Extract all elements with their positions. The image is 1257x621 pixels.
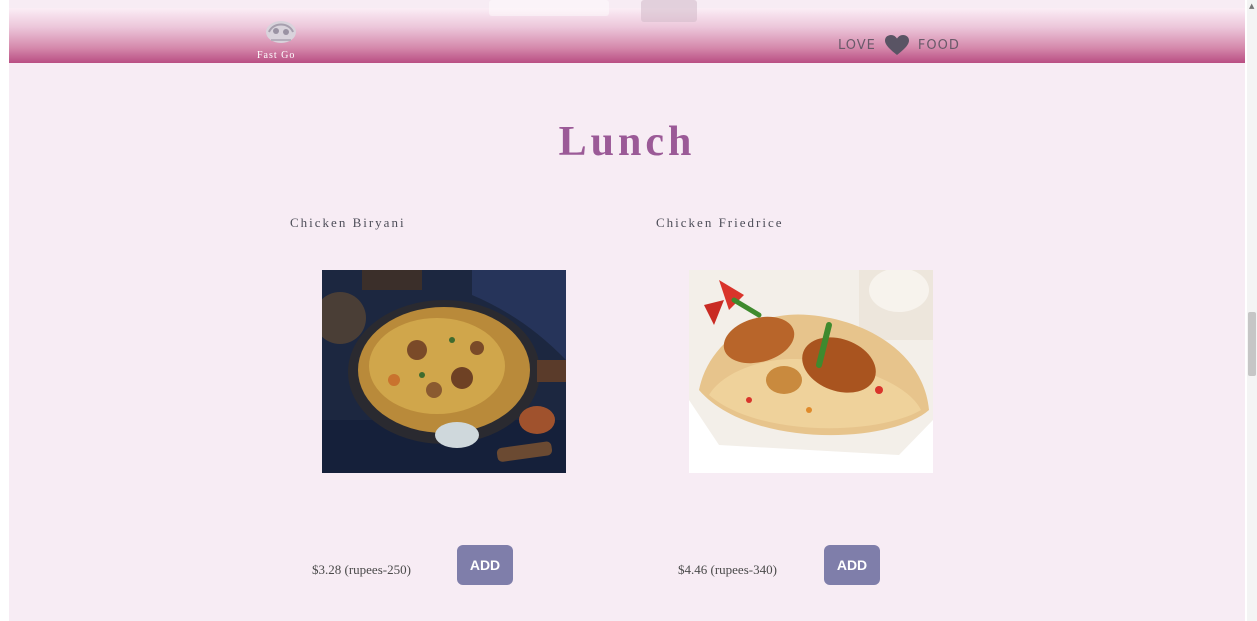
page: Fast Go LOVE FOOD Lunch Chicken Biryani <box>9 0 1245 621</box>
vertical-scrollbar[interactable]: ▲ <box>1247 0 1257 621</box>
section-title: Lunch <box>558 119 696 165</box>
logo[interactable]: Fast Go <box>257 18 327 68</box>
slogan-food: FOOD <box>917 37 960 53</box>
food-image-chicken-friedrice <box>689 270 933 473</box>
heart-icon <box>884 35 909 55</box>
price-chicken-friedrice: $4.46 (rupees-340) <box>678 562 777 577</box>
item-name-chicken-friedrice: Chicken Friedrice <box>656 215 784 230</box>
price-chicken-biryani: $3.28 (rupees-250) <box>312 562 411 577</box>
slogan: LOVE FOOD <box>838 34 960 56</box>
add-button-chicken-biryani[interactable]: ADD <box>457 545 513 585</box>
item-name-chicken-biryani: Chicken Biryani <box>290 215 406 230</box>
slogan-love: LOVE <box>838 37 876 53</box>
food-image-chicken-biryani <box>322 270 566 473</box>
scroll-up-arrow-icon[interactable]: ▲ <box>1249 2 1254 10</box>
faded-menu-link <box>489 0 609 16</box>
add-button-chicken-friedrice[interactable]: ADD <box>824 545 880 585</box>
top-navbar: Fast Go LOVE FOOD <box>9 8 1245 63</box>
logo-icon <box>266 21 296 43</box>
faded-menu-tab <box>641 0 697 22</box>
logo-text: Fast Go <box>257 50 296 61</box>
scroll-thumb[interactable] <box>1248 312 1256 376</box>
